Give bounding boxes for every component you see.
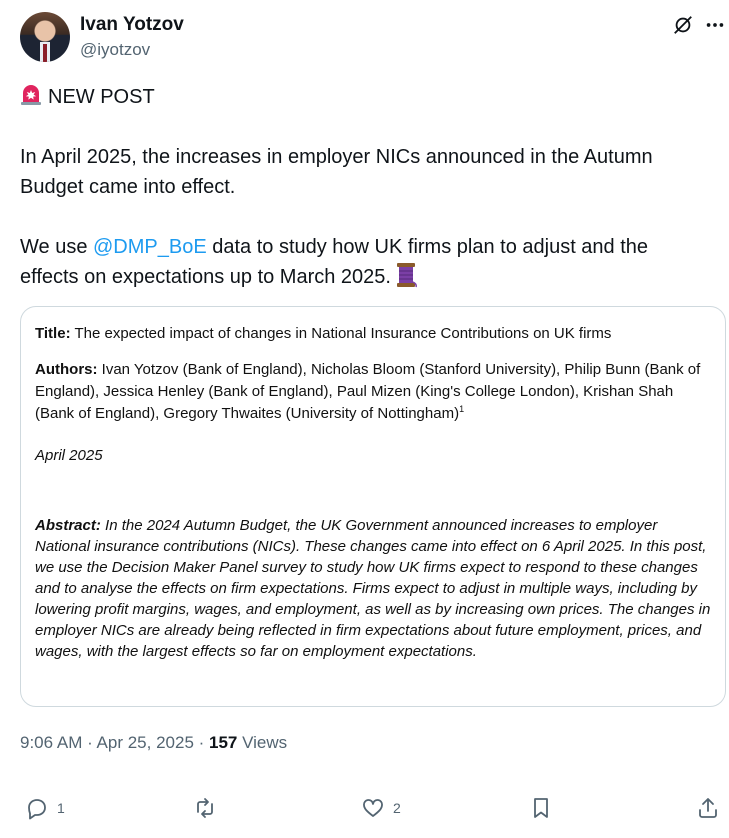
thread-spool-icon (396, 263, 417, 288)
authors-footnote: 1 (459, 404, 465, 414)
siren-icon (21, 85, 41, 105)
reply-button[interactable]: 1 (25, 790, 65, 826)
paper-date: April 2025 (35, 447, 103, 464)
grok-icon[interactable] (672, 14, 694, 36)
tweet-paragraph-3: We use @DMP_BoE data to study how UK fir… (20, 232, 710, 292)
tweet-meta: 9:06 AM · Apr 25, 2025 · 157 Views (20, 733, 287, 753)
authors-label: Authors: (35, 361, 98, 378)
title-text: The expected impact of changes in Nation… (74, 325, 612, 342)
paper-title: Title: The expected impact of changes in… (35, 323, 715, 345)
views-count: 157 (209, 733, 238, 752)
tweet-text: NEW POST In April 2025, the increases in… (20, 82, 710, 292)
reply-icon (28, 799, 46, 820)
action-bar: 1 2 (0, 790, 729, 826)
tweet-line-1: NEW POST (20, 82, 710, 112)
abstract-text: In the 2024 Autumn Budget, the UK Govern… (35, 517, 711, 660)
media-card[interactable]: Title: The expected impact of changes in… (20, 306, 726, 707)
meta-separator: · (82, 733, 97, 752)
tweet-paragraph-2: In April 2025, the increases in employer… (20, 146, 653, 198)
bookmark-icon (534, 798, 548, 818)
paper-document: Title: The expected impact of changes in… (35, 323, 715, 662)
reply-count: 1 (57, 800, 65, 816)
like-count: 2 (393, 800, 401, 816)
views-label: Views (237, 733, 288, 752)
mention-link[interactable]: @DMP_BoE (93, 236, 207, 258)
tweet-date[interactable]: Apr 25, 2025 (97, 733, 194, 752)
abstract-label: Abstract: (35, 517, 101, 534)
more-icon[interactable] (704, 14, 726, 36)
para3-pre: We use (20, 236, 93, 258)
heart-icon (363, 799, 383, 817)
author-handle[interactable]: @iyotzov (80, 40, 150, 60)
like-button[interactable]: 2 (361, 790, 401, 826)
repost-button[interactable] (193, 790, 225, 826)
author-name[interactable]: Ivan Yotzov (80, 14, 184, 36)
share-icon (699, 798, 717, 818)
authors-text: Ivan Yotzov (Bank of England), Nicholas … (35, 361, 701, 422)
new-post-label: NEW POST (48, 86, 155, 108)
bookmark-button[interactable] (529, 790, 553, 826)
tweet-time[interactable]: 9:06 AM (20, 733, 82, 752)
paper-authors: Authors: Ivan Yotzov (Bank of England), … (35, 359, 715, 425)
meta-separator: · (193, 733, 210, 752)
share-button[interactable] (696, 790, 720, 826)
repost-icon (197, 798, 213, 818)
title-label: Title: (35, 325, 71, 342)
avatar[interactable] (20, 12, 70, 62)
paper-abstract: Abstract: In the 2024 Autumn Budget, the… (35, 515, 715, 662)
